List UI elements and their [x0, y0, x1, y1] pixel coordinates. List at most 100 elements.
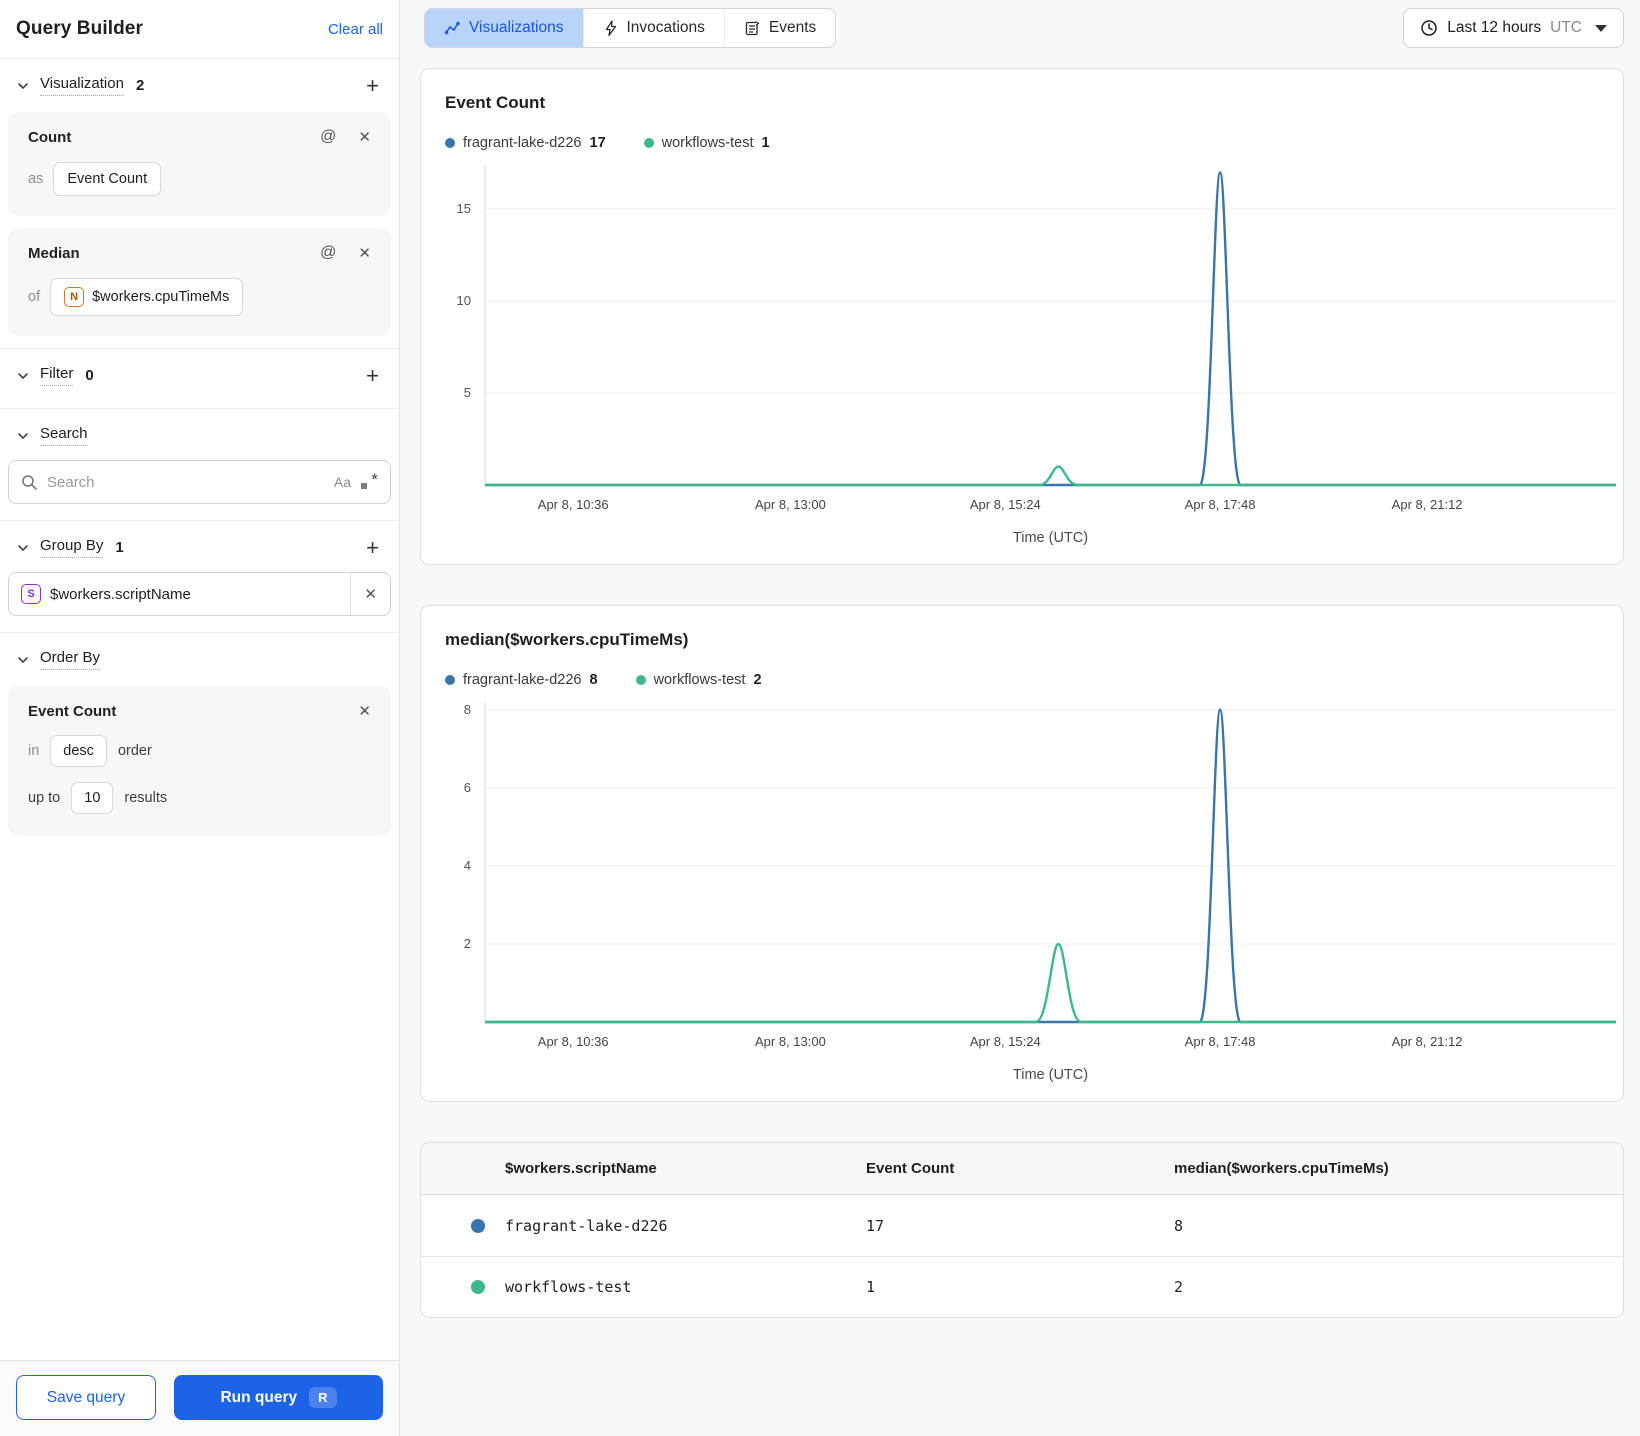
time-range-selector[interactable]: Last 12 hours UTC	[1403, 8, 1624, 48]
run-shortcut-badge: R	[309, 1387, 337, 1408]
add-filter-button[interactable]: +	[362, 364, 383, 386]
mention-icon[interactable]: @	[320, 128, 336, 146]
main-header: Visualizations Invocations Events Last 1…	[400, 0, 1640, 56]
run-query-label: Run query	[220, 1388, 298, 1406]
order-by-section-header: Order By	[0, 633, 399, 682]
close-icon[interactable]: ✕	[358, 128, 371, 146]
clock-icon	[1421, 20, 1437, 36]
tab-events[interactable]: Events	[723, 9, 836, 47]
group-by-field-name: $workers.scriptName	[50, 585, 191, 603]
svg-text:Apr 8, 10:36: Apr 8, 10:36	[538, 1034, 609, 1049]
chevron-down-icon[interactable]	[16, 79, 30, 93]
line-chart[interactable]: 5 10 15 Apr 8, 10:36 Apr 8, 13:00 Apr 8, 15:2…	[421, 165, 1623, 524]
chart-title: Event Count	[445, 93, 546, 112]
number-type-icon: N	[64, 287, 85, 307]
filter-section-header: Filter 0 +	[0, 349, 399, 398]
add-visualization-button[interactable]: +	[362, 74, 383, 96]
match-case-toggle[interactable]: Aa	[334, 474, 351, 490]
chart-legend: fragrant-lake-d226 8 workflows-test 2	[421, 672, 1623, 688]
search-input[interactable]	[47, 473, 325, 491]
svg-text:5: 5	[464, 385, 471, 400]
column-header-scriptname[interactable]: $workers.scriptName	[421, 1160, 866, 1177]
svg-text:Apr 8, 10:36: Apr 8, 10:36	[538, 497, 609, 512]
svg-text:Apr 8, 15:24: Apr 8, 15:24	[970, 1034, 1041, 1049]
legend-item[interactable]: fragrant-lake-d226 17	[445, 135, 606, 151]
field-name: $workers.cpuTimeMs	[92, 289, 230, 305]
svg-text:10: 10	[457, 293, 471, 308]
legend-item[interactable]: workflows-test 1	[643, 135, 770, 151]
column-header-median[interactable]: median($workers.cpuTimeMs)	[1174, 1160, 1623, 1177]
results-table-card: $workers.scriptName Event Count median($…	[420, 1142, 1624, 1318]
group-by-section-label[interactable]: Group By	[40, 537, 104, 558]
column-header-event-count[interactable]: Event Count	[866, 1160, 1174, 1177]
svg-text:4: 4	[464, 858, 471, 873]
group-by-field[interactable]: S $workers.scriptName ✕	[8, 572, 391, 616]
group-by-section-header: Group By 1 +	[0, 521, 399, 570]
visualization-count: 2	[135, 77, 145, 94]
svg-text:Apr 8, 17:48: Apr 8, 17:48	[1185, 1034, 1256, 1049]
filter-section-label[interactable]: Filter	[40, 365, 74, 386]
svg-text:6: 6	[464, 780, 471, 795]
line-chart[interactable]: 2 4 6 8 Apr 8, 10:36 Apr 8, 13:00 Apr 8, 15:24…	[421, 702, 1623, 1061]
legend-item[interactable]: fragrant-lake-d226 8	[445, 672, 598, 688]
field-value-box[interactable]: N $workers.cpuTimeMs	[50, 278, 244, 316]
mention-icon[interactable]: @	[320, 244, 336, 262]
event-count-chart-card: Event Count fragrant-lake-d226 17 workfl…	[420, 68, 1624, 565]
chevron-down-icon[interactable]	[16, 369, 30, 383]
tab-visualizations[interactable]: Visualizations	[425, 9, 583, 47]
visualization-section-label[interactable]: Visualization	[40, 75, 124, 96]
string-type-icon: S	[21, 584, 41, 604]
sidebar-header: Query Builder Clear all	[0, 0, 399, 59]
table-row[interactable]: workflows-test 1 2	[421, 1256, 1623, 1317]
svg-text:Apr 8, 13:00: Apr 8, 13:00	[755, 1034, 826, 1049]
of-label: of	[28, 289, 41, 305]
svg-text:Apr 8, 15:24: Apr 8, 15:24	[970, 497, 1041, 512]
save-query-button[interactable]: Save query	[16, 1375, 156, 1420]
cell-script-name: fragrant-lake-d226	[505, 1216, 668, 1235]
series-name: workflows-test	[653, 672, 746, 688]
alias-value-box[interactable]: Event Count	[53, 162, 162, 196]
sort-direction-select[interactable]: desc	[50, 735, 107, 767]
close-icon[interactable]: ✕	[358, 244, 371, 262]
cell-script-name: workflows-test	[505, 1278, 632, 1296]
table-row[interactable]: fragrant-lake-d226 17 8	[421, 1195, 1623, 1256]
search-box: Aa *	[8, 460, 391, 504]
search-icon	[22, 474, 37, 490]
as-label: as	[28, 171, 44, 187]
series-dot	[471, 1280, 485, 1294]
series-dot	[445, 138, 455, 148]
limit-input[interactable]: 10	[71, 782, 114, 814]
order-by-field-title: Event Count	[28, 702, 117, 720]
search-section-label[interactable]: Search	[40, 425, 88, 446]
order-by-section-label[interactable]: Order By	[40, 649, 101, 670]
series-name: workflows-test	[661, 135, 754, 151]
svg-text:Apr 8, 21:12: Apr 8, 21:12	[1392, 497, 1463, 512]
remove-group-by[interactable]: ✕	[350, 573, 390, 615]
chevron-down-icon[interactable]	[16, 653, 30, 667]
add-group-by-button[interactable]: +	[362, 536, 383, 558]
series-total: 2	[753, 672, 762, 688]
close-icon[interactable]: ✕	[358, 702, 371, 720]
series-dot	[635, 675, 646, 685]
visualizations-panel: Event Count fragrant-lake-d226 17 workfl…	[400, 56, 1640, 1318]
legend-item[interactable]: workflows-test 2	[635, 672, 762, 688]
timezone-label: UTC	[1550, 19, 1582, 36]
clear-all-link[interactable]: Clear all	[328, 21, 383, 38]
visualization-card-title: Median	[28, 244, 80, 262]
visualization-section-header: Visualization 2 +	[0, 59, 399, 108]
tab-invocations[interactable]: Invocations	[582, 9, 724, 47]
tab-label: Visualizations	[469, 19, 564, 36]
chevron-down-icon[interactable]	[16, 541, 30, 555]
chevron-down-icon[interactable]	[16, 429, 30, 443]
tab-label: Events	[768, 19, 817, 36]
close-icon[interactable]: ✕	[364, 585, 377, 603]
median-cputime-chart-card: median($workers.cpuTimeMs) fragrant-lake…	[420, 605, 1624, 1102]
series-total: 8	[589, 672, 598, 688]
run-query-button[interactable]: Run query R	[174, 1375, 383, 1420]
svg-text:2: 2	[464, 936, 471, 951]
svg-text:8: 8	[464, 702, 471, 717]
lightning-icon	[605, 19, 616, 36]
regex-toggle-icon[interactable]: *	[360, 470, 378, 491]
series-dot	[643, 138, 654, 148]
time-range-value: Last 12 hours	[1447, 19, 1542, 36]
